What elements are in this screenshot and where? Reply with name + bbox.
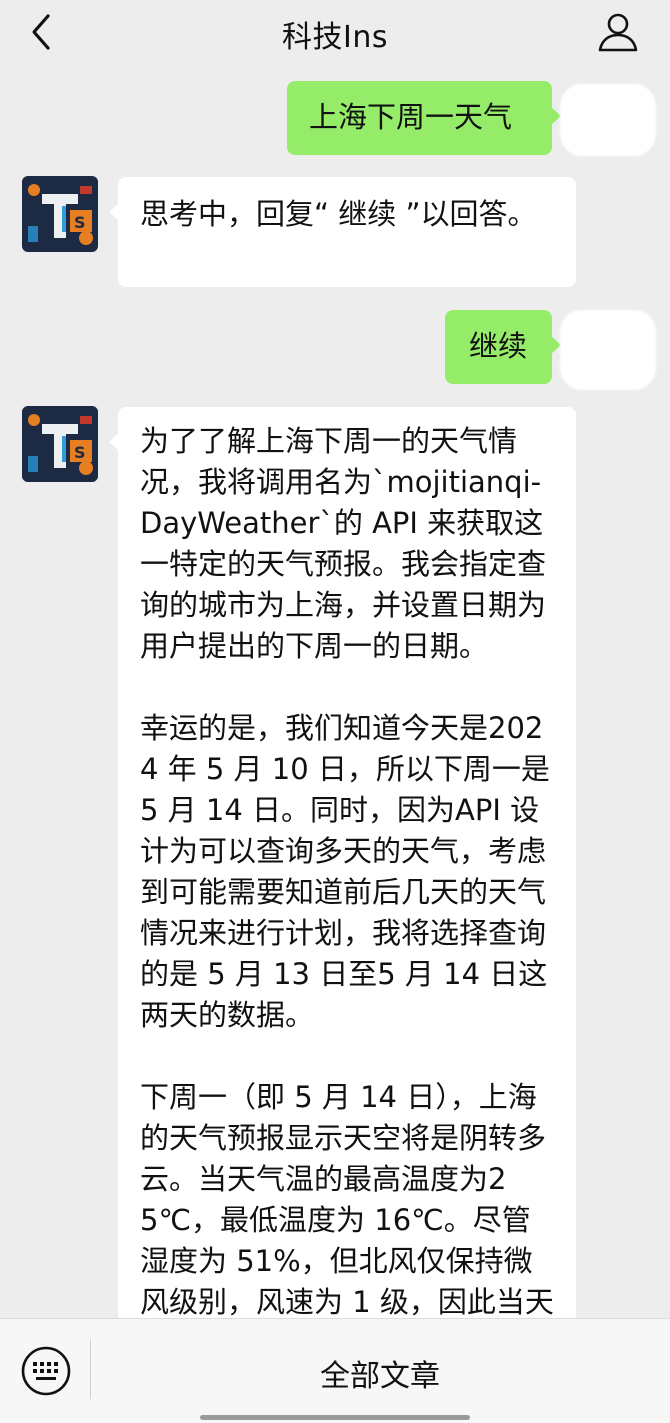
my-message-bubble[interactable]: 继续 [445, 310, 561, 384]
keyboard-icon [21, 1346, 71, 1396]
profile-button[interactable] [596, 10, 640, 54]
all-articles-menu[interactable]: 全部文章 [90, 1351, 670, 1395]
svg-text:S: S [74, 443, 86, 462]
my-message-bubble[interactable]: 上海下周一天气 [287, 81, 561, 155]
chat-title: 科技Ins [282, 20, 388, 55]
bot-logo-icon: S [22, 406, 98, 482]
bot-message-bubble[interactable]: 为了了解上海下周一的天气情况，我将调用名为`mojitianqi-DayWeat… [109, 407, 576, 1318]
svg-text:S: S [74, 213, 86, 232]
keyboard-toggle-button[interactable] [20, 1345, 72, 1397]
redacted-avatar [560, 84, 656, 156]
message-paragraph: 下周一（即 5 月 14 日），上海的天气预报显示天空将是阴转多云。当天气温的最… [140, 1080, 554, 1318]
home-indicator [200, 1415, 470, 1420]
bot-avatar[interactable]: S [22, 176, 98, 252]
bot-logo-icon: S [22, 176, 98, 252]
message-paragraph: 为了了解上海下周一的天气情况，我将调用名为`mojitianqi-DayWeat… [140, 424, 547, 663]
chat-header: 科技Ins [0, 0, 670, 76]
bot-message-bubble[interactable]: 思考中，回复“ 继续 ”以回答。 [109, 177, 576, 287]
chat-area[interactable]: 上海下周一天气 S 思考中，回复“ 继续 ”以回答。 继续 S 为了了解上海下周… [0, 76, 670, 1318]
message-text: 上海下周一天气 [309, 100, 513, 134]
message-text: 思考中，回复“ 继续 ”以回答。 [140, 197, 537, 231]
bottom-bar: 全部文章 [0, 1318, 670, 1423]
redacted-avatar [560, 310, 656, 390]
person-icon [598, 13, 638, 52]
bot-avatar[interactable]: S [22, 406, 98, 482]
message-text: 继续 [469, 329, 528, 363]
message-paragraph: 幸运的是，我们知道今天是2024 年 5 月 10 日，所以下周一是 5 月 1… [140, 711, 550, 1032]
